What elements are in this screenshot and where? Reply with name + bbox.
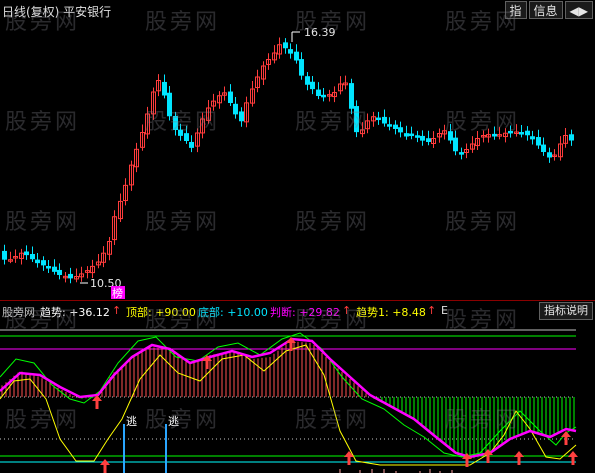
candle-down <box>536 137 541 146</box>
up-arrow-icon <box>568 451 578 457</box>
up-arrow-icon <box>103 465 107 473</box>
up-arrow-icon <box>347 457 351 465</box>
up-arrow-icon <box>465 459 469 467</box>
up-arrow-icon <box>514 451 524 457</box>
trailing-label: E <box>441 304 448 317</box>
up-arrow-icon: ↑ <box>342 304 352 317</box>
up-arrow-icon <box>486 455 490 463</box>
candlestick-chart[interactable]: 16.3910.50榜 <box>0 0 595 300</box>
escape-label: 逃 <box>168 415 179 428</box>
candle-down <box>167 92 172 117</box>
candle-down <box>173 115 178 131</box>
candle-down <box>569 134 574 141</box>
candle-down <box>453 137 458 152</box>
candle-down <box>404 133 409 137</box>
indicator-chart[interactable]: 逃逃 <box>0 319 595 473</box>
candle-down <box>294 51 299 61</box>
candle-down <box>519 132 524 135</box>
candle-down <box>316 89 321 97</box>
candle-down <box>30 254 35 260</box>
up-arrow-icon <box>564 437 568 445</box>
candle-down <box>57 269 62 275</box>
indicator-name: 股旁网 <box>2 306 35 319</box>
candle-down <box>283 42 288 49</box>
up-arrow-icon <box>517 457 521 465</box>
candle-down <box>415 135 420 138</box>
up-arrow-icon <box>205 361 209 369</box>
candle-down <box>233 103 238 115</box>
candle-down <box>2 250 7 260</box>
trend-readout: 趋势: +36.12 <box>40 306 110 319</box>
escape-label: 逃 <box>126 415 137 428</box>
candle-down <box>525 130 530 136</box>
candle-down <box>321 94 326 98</box>
candle-down <box>189 141 194 148</box>
up-arrow-icon <box>289 343 293 351</box>
candle-down <box>178 129 183 136</box>
candle-down <box>420 135 425 141</box>
candle-down <box>349 83 354 109</box>
candle-down <box>409 133 414 137</box>
candle-down <box>398 127 403 133</box>
candle-down <box>393 124 398 129</box>
candle-down <box>448 131 453 141</box>
candle-down <box>530 136 535 140</box>
candle-down <box>376 117 381 121</box>
rank-marker-label: 榜 <box>112 286 123 300</box>
trend1-readout: 趋势1: +8.48 <box>356 306 426 319</box>
candle-down <box>52 266 57 272</box>
candle-down <box>426 138 431 143</box>
up-arrow-icon: ↑ <box>112 304 122 317</box>
up-arrow-icon <box>571 457 575 465</box>
indicator-bar: 股旁网 趋势: +36.12 ↑ 顶部: +90.00 底部: +10.00 判… <box>0 300 595 320</box>
candle-down <box>492 133 497 137</box>
candle-down <box>508 130 513 134</box>
candle-down <box>228 91 233 104</box>
high-price-label: 16.39 <box>304 26 336 39</box>
candle-down <box>310 81 315 90</box>
candle-down <box>387 124 392 127</box>
candle-down <box>46 266 51 269</box>
candle-down <box>162 81 167 96</box>
candle-down <box>41 260 46 266</box>
candle-down <box>35 259 40 264</box>
candle-down <box>299 59 304 76</box>
candle-down <box>288 49 293 54</box>
candle-down <box>184 133 189 141</box>
candle-down <box>459 152 464 155</box>
judge-readout: 判断: +29.82 <box>270 306 340 319</box>
up-arrow-icon <box>95 401 99 409</box>
up-arrow-icon: ↑ <box>427 304 437 317</box>
bottom-readout: 底部: +10.00 <box>198 306 268 319</box>
candle-down <box>382 116 387 124</box>
candle-down <box>541 144 546 153</box>
candle-down <box>68 273 73 279</box>
candle-down <box>24 251 29 256</box>
candle-down <box>305 76 310 85</box>
indicator-help-button[interactable]: 指标说明 <box>539 302 593 320</box>
candle-down <box>239 111 244 122</box>
candle-down <box>354 106 359 133</box>
candle-down <box>547 152 552 158</box>
top-readout: 顶部: +90.00 <box>126 306 196 319</box>
